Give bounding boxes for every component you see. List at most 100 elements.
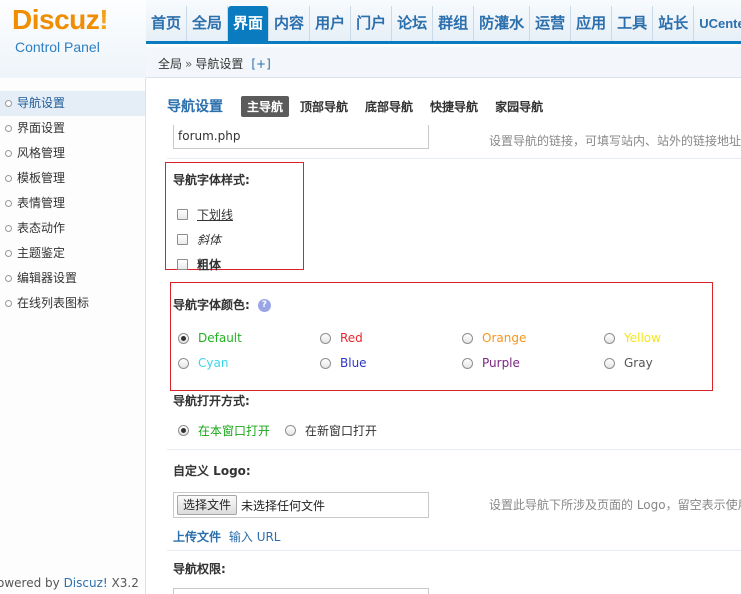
nav-antispam[interactable]: 防灌水 [474,6,531,41]
sidebar-item-thread-stamps[interactable]: 主题鉴定 [0,241,145,266]
nav-global[interactable]: 全局 [187,6,229,41]
enter-url-prefix: 输入 [228,530,253,544]
nav-link-input[interactable]: forum.php [173,125,429,149]
open-mode-new-window[interactable]: 在新窗口打开 [285,422,377,439]
color-option-red[interactable]: Red [320,331,363,345]
nav-groups[interactable]: 群组 [433,6,475,41]
sidebar-item-smiley-manage[interactable]: 表情管理 [0,191,145,216]
sidebar-item-editor-settings[interactable]: 编辑器设置 [0,266,145,291]
breadcrumb-separator: » [185,57,193,71]
italic-label: 斜体 [197,233,222,247]
underline-checkbox[interactable] [177,209,188,220]
tab-footer-nav[interactable]: 底部导航 [359,96,419,117]
color-option-orange[interactable]: Orange [462,331,526,345]
nav-forum[interactable]: 论坛 [392,6,434,41]
color-option-purple[interactable]: Purple [462,356,520,370]
page-title: 导航设置 [167,99,223,115]
color-option-blue[interactable]: Blue [320,356,367,370]
color-label-gray: Gray [624,356,653,370]
no-file-text: 未选择任何文件 [241,498,326,513]
nav-home[interactable]: 首页 [146,6,188,41]
nav-type-tabs: 导航设置 主导航 顶部导航 底部导航 快捷导航 家园导航 [167,95,554,117]
logo-word: Discuz [12,4,100,35]
sidebar-item-online-icons[interactable]: 在线列表图标 [0,291,145,316]
font-style-italic[interactable]: 斜体 [177,231,221,248]
upload-mode-links: 上传文件 输入 URL [173,528,281,545]
tab-home-nav[interactable]: 家园导航 [489,96,549,117]
color-label-yellow: Yellow [624,331,661,345]
nav-permission-label: 导航权限: [173,562,226,576]
nav-webmaster[interactable]: 站长 [653,6,695,41]
breadcrumb-current: 导航设置 [195,57,244,71]
nav-content[interactable]: 内容 [269,6,311,41]
sidebar-item-interface-settings[interactable]: 界面设置 [0,116,145,141]
powered-by: owered by Discuz! X3.2 [0,576,139,590]
open-mode-radio-new[interactable] [285,425,296,436]
top-nav-list: 首页 全局 界面 内容 用户 门户 论坛 群组 防灌水 运营 应用 工具 站长 … [146,6,741,41]
nav-interface[interactable]: 界面 [228,6,270,41]
nav-operations[interactable]: 运营 [530,6,572,41]
breadcrumb: 全局» 导航设置 [+] [158,55,271,72]
color-radio-orange[interactable] [462,332,473,344]
top-nav-bar: 首页 全局 界面 内容 用户 门户 论坛 群组 防灌水 运营 应用 工具 站长 … [146,0,741,44]
color-option-default[interactable]: Default [178,331,242,345]
color-radio-gray[interactable] [604,357,615,369]
color-radio-default[interactable] [178,332,189,344]
sidebar-item-nav-settings[interactable]: 导航设置 [0,91,145,116]
open-mode-label-new: 在新窗口打开 [305,424,378,438]
powered-brand-link[interactable]: Discuz! [64,576,108,590]
sidebar-item-click-actions[interactable]: 表态动作 [0,216,145,241]
color-label-blue: Blue [340,356,367,370]
main-content: 导航设置 主导航 顶部导航 底部导航 快捷导航 家园导航 forum.php 设… [147,79,741,594]
sidebar-item-template-manage[interactable]: 模板管理 [0,166,145,191]
open-mode-label: 导航打开方式: [173,394,250,408]
custom-logo-tip: 设置此导航下所涉及页面的 Logo，留空表示使用 [489,498,741,512]
font-style-underline[interactable]: 下划线 [177,206,233,223]
upload-file-link[interactable]: 上传文件 [173,530,221,544]
font-color-label-text: 导航字体颜色: [173,298,250,312]
tab-top-nav[interactable]: 顶部导航 [294,96,354,117]
sidebar-menu: 导航设置 界面设置 风格管理 模板管理 表情管理 表态动作 主题鉴定 编辑器设置… [0,91,145,316]
nav-permission-select[interactable] [173,588,429,594]
left-sidebar: 导航设置 界面设置 风格管理 模板管理 表情管理 表态动作 主题鉴定 编辑器设置… [0,78,146,594]
custom-logo-label: 自定义 Logo: [173,464,251,478]
choose-file-button[interactable]: 选择文件 [177,495,238,515]
sidebar-item-style-manage[interactable]: 风格管理 [0,141,145,166]
color-radio-purple[interactable] [462,357,473,369]
color-radio-blue[interactable] [320,357,331,369]
powered-prefix: owered by [0,576,64,590]
logo-file-input[interactable]: 选择文件 未选择任何文件 [173,492,429,518]
nav-tools[interactable]: 工具 [612,6,654,41]
bold-label: 粗体 [197,258,222,272]
nav-portal[interactable]: 门户 [351,6,393,41]
enter-url-link[interactable]: 输入 URL [229,530,281,544]
open-mode-same-window[interactable]: 在本窗口打开 [178,422,270,439]
color-option-cyan[interactable]: Cyan [178,356,228,370]
bold-checkbox[interactable] [177,259,188,270]
breadcrumb-root[interactable]: 全局 [158,57,182,71]
nav-apps[interactable]: 应用 [571,6,613,41]
powered-version: X3.2 [107,576,139,590]
row-divider [167,550,741,551]
color-radio-yellow[interactable] [604,332,615,344]
tab-main-nav[interactable]: 主导航 [241,95,290,117]
logo-text: Discuz! [12,4,109,36]
nav-ucenter[interactable]: UCenter [694,6,741,41]
logo[interactable]: Discuz! Control Panel [0,0,146,78]
font-style-label: 导航字体样式: [173,173,250,187]
color-label-default: Default [198,331,242,345]
color-radio-cyan[interactable] [178,357,189,369]
color-label-orange: Orange [482,331,527,345]
color-option-gray[interactable]: Gray [604,356,653,370]
italic-checkbox[interactable] [177,234,188,245]
nav-users[interactable]: 用户 [310,6,352,41]
color-option-yellow[interactable]: Yellow [604,331,661,345]
breadcrumb-bar: 全局» 导航设置 [+] [146,47,741,78]
question-icon[interactable]: ? [257,299,271,312]
open-mode-radio-same[interactable] [178,425,189,436]
tab-quick-nav[interactable]: 快捷导航 [424,96,484,117]
row-divider [167,158,741,159]
add-shortcut-link[interactable]: [+] [251,57,270,71]
color-radio-red[interactable] [320,332,331,344]
font-style-bold[interactable]: 粗体 [177,256,221,273]
